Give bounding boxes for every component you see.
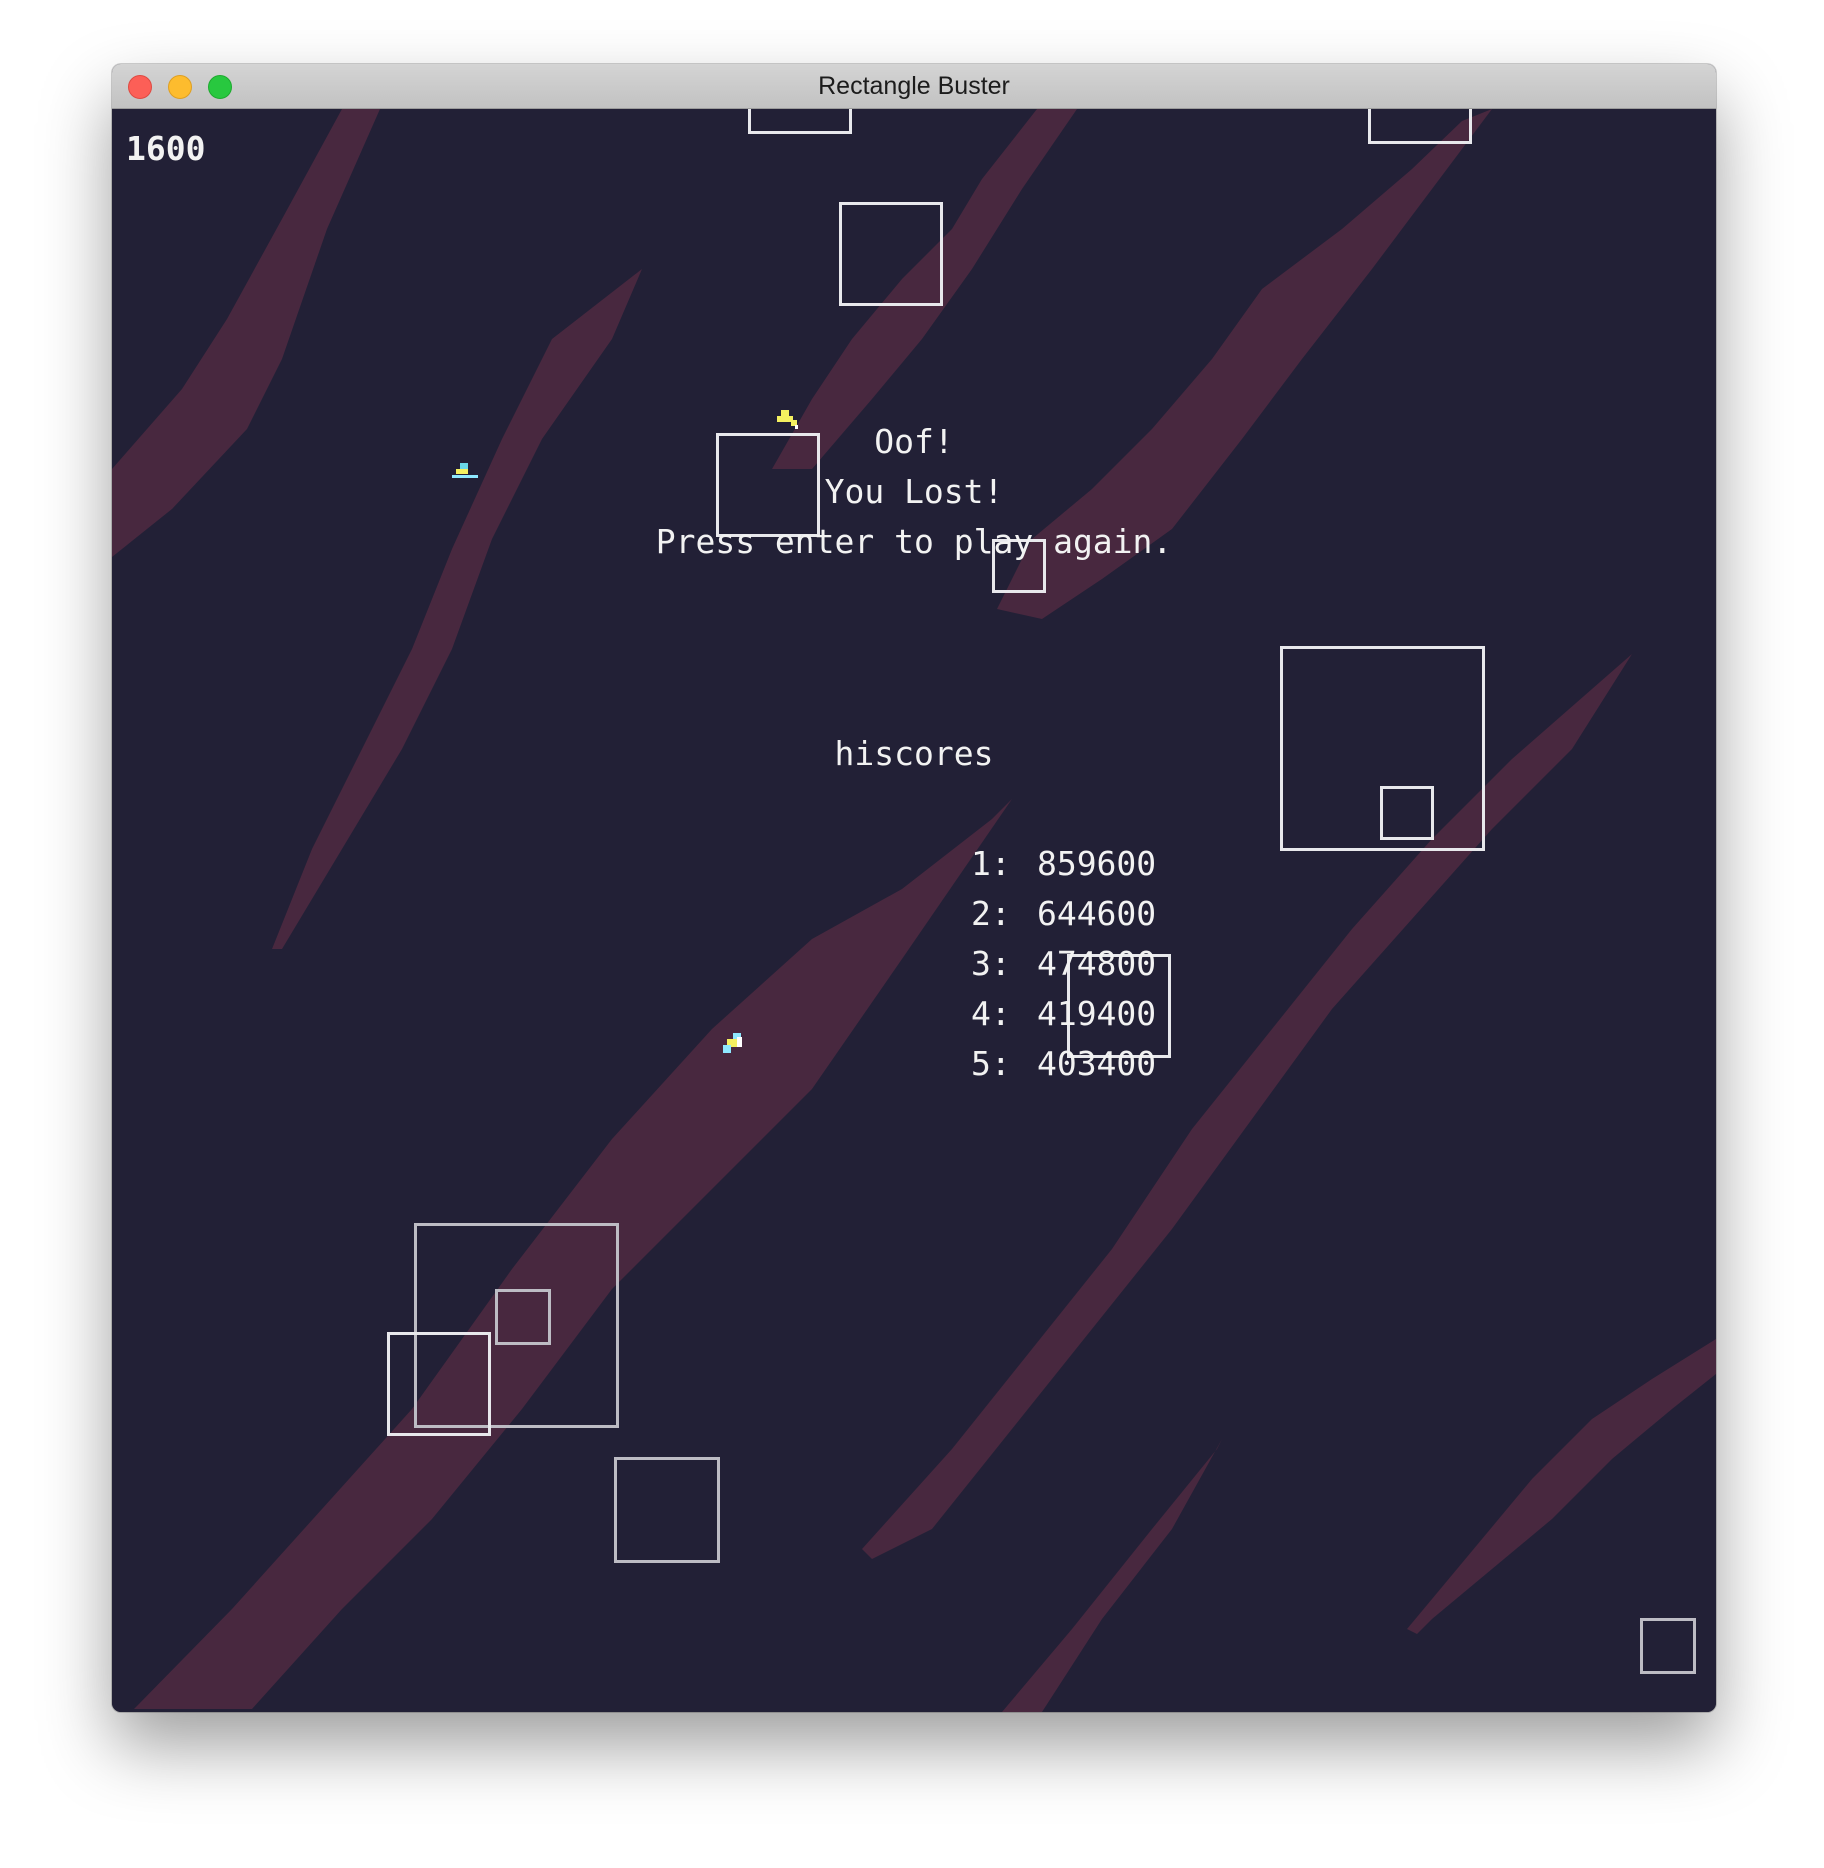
rectangle [1640,1618,1696,1674]
hiscore-value: 474800 [1036,944,1157,983]
rectangle [1368,109,1472,144]
hiscore-rank: 3: [970,944,1011,983]
particle [723,1033,742,1053]
game-over-oof: Oof! [874,422,954,461]
rectangle [839,202,943,306]
hiscore-rank: 1: [970,844,1011,883]
hiscore-rank: 2: [970,894,1011,933]
game-over-prompt: Press enter to play again. [655,522,1173,561]
rectangle [1380,786,1434,840]
streak [1407,1339,1716,1634]
title-bar[interactable]: Rectangle Buster [112,64,1716,109]
rectangle [614,1457,720,1563]
hiscore-value: 859600 [1036,844,1157,883]
hiscore-value: 419400 [1036,994,1157,1033]
hiscore-rank: 5: [970,1044,1011,1083]
rectangle [495,1289,551,1345]
rectangle [748,109,852,134]
hiscore-value: 644600 [1036,894,1157,933]
score-display: 1600 [126,129,206,168]
streak [272,269,642,949]
app-window: Rectangle Buster 1600 Oof! You Lost! Pre… [112,64,1716,1712]
window-title: Rectangle Buster [818,72,1010,100]
rectangle [387,1332,491,1436]
hiscores-title: hiscores [834,734,994,773]
hiscore-row: 1: 859600 [812,789,1156,883]
hiscores-list: 1: 859600 2: 644600 3: 474800 4: 419400 5: 40… [812,789,1157,1083]
streak [1002,1439,1222,1712]
game-canvas[interactable]: 1600 Oof! You Lost! Press enter to play … [112,109,1716,1712]
hiscore-rank: 4: [970,994,1011,1033]
hiscore-value: 403400 [1036,1044,1157,1083]
game-over-you-lost: You Lost! [824,472,1004,511]
